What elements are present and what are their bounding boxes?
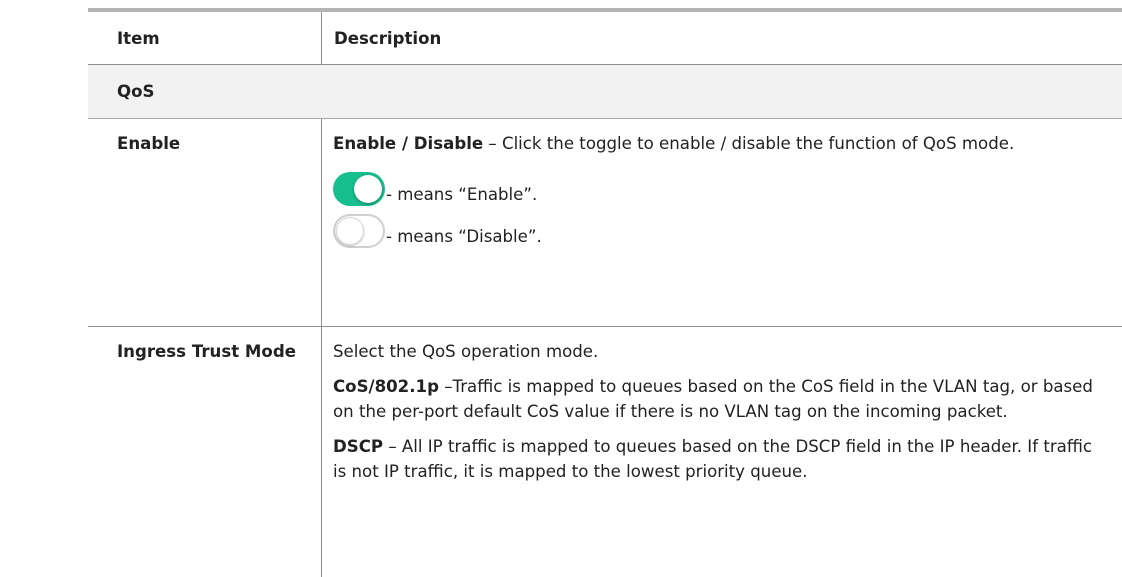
toggle-off-caption: - means “Disable”. — [386, 227, 542, 246]
description-enable: Enable / Disable – Click the toggle to e… — [322, 119, 1122, 326]
description-table: Item Description QoS Enable Enable / Dis… — [88, 8, 1122, 577]
item-enable: Enable — [88, 119, 322, 326]
toggle-on-example: - means “Enable”. — [333, 166, 1108, 206]
ingress-dscp-paragraph: DSCP – All IP traffic is mapped to queue… — [333, 434, 1108, 484]
enable-intro: Enable / Disable – Click the toggle to e… — [333, 131, 1108, 156]
toggle-off-example: - means “Disable”. — [333, 208, 1108, 248]
toggle-knob — [336, 217, 364, 245]
header-item: Item — [88, 12, 322, 64]
header-description: Description — [334, 28, 442, 48]
dscp-label: DSCP — [333, 437, 384, 456]
dscp-text: – All IP traffic is mapped to queues bas… — [333, 437, 1092, 481]
section-title: QoS — [117, 82, 155, 101]
table-row-enable: Enable Enable / Disable – Click the togg… — [88, 119, 1122, 327]
cos-label: CoS/802.1p — [333, 377, 439, 396]
toggle-on-caption: - means “Enable”. — [386, 185, 538, 204]
cos-text: –Traffic is mapped to queues based on th… — [333, 377, 1093, 421]
toggle-off-icon — [333, 214, 385, 248]
ingress-intro: Select the QoS operation mode. — [333, 342, 599, 361]
enable-intro-text: – Click the toggle to enable / disable t… — [483, 134, 1015, 153]
enable-intro-bold: Enable / Disable — [333, 134, 484, 153]
toggle-knob — [354, 175, 382, 203]
table-header-row: Item Description — [88, 12, 1122, 65]
table-row-ingress-trust-mode: Ingress Trust Mode Select the QoS operat… — [88, 327, 1122, 577]
item-ingress-trust-mode: Ingress Trust Mode — [88, 327, 322, 577]
description-ingress-trust-mode: Select the QoS operation mode. CoS/802.1… — [322, 327, 1122, 577]
toggle-on-icon — [333, 172, 385, 206]
section-row-qos: QoS — [88, 65, 1122, 119]
ingress-cos-paragraph: CoS/802.1p –Traffic is mapped to queues … — [333, 374, 1108, 424]
